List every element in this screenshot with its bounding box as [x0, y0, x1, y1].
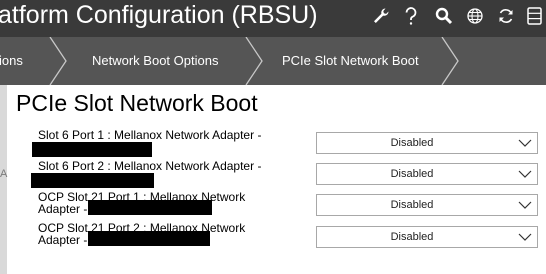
breadcrumb-item-pcie-slot-network-boot[interactable]: PCIe Slot Network Boot	[282, 37, 419, 85]
help-icon[interactable]	[400, 5, 422, 27]
option-select-slot6-port2[interactable]: Disabled	[316, 163, 538, 185]
left-nav-letter: A	[0, 168, 8, 180]
redacted-block	[88, 200, 213, 215]
option-label-line1: Slot 6 Port 1 : Mellanox Network Adapter…	[38, 128, 262, 142]
breadcrumb-item-options[interactable]: ions	[0, 37, 23, 85]
option-select-ocp-slot21-port2[interactable]: Disabled	[316, 226, 538, 248]
redacted-block	[88, 231, 211, 246]
option-label-line1: Slot 6 Port 2 : Mellanox Network Adapter…	[38, 159, 262, 173]
option-label-slot6-port1: Slot 6 Port 1 : Mellanox Network Adapter…	[32, 128, 288, 157]
storage-icon[interactable]	[524, 5, 546, 27]
option-label-line2: Adapter -	[38, 233, 88, 247]
app-title: atform Configuration (RBSU)	[0, 1, 318, 29]
option-label-line2: Adapter -	[38, 202, 88, 216]
option-label-slot6-port2: Slot 6 Port 2 : Mellanox Network Adapter…	[31, 159, 288, 188]
option-select-ocp-slot21-port1[interactable]: Disabled	[316, 194, 538, 216]
search-icon[interactable]	[433, 5, 455, 27]
option-select-slot6-port1[interactable]: Disabled	[316, 132, 538, 154]
redacted-block	[32, 142, 152, 157]
select-value: Disabled	[390, 168, 434, 180]
redacted-block	[31, 173, 154, 188]
select-value: Disabled	[390, 199, 434, 211]
select-value: Disabled	[390, 231, 434, 243]
globe-icon[interactable]	[464, 5, 486, 27]
breadcrumb-separator	[441, 37, 459, 85]
refresh-icon[interactable]	[495, 5, 517, 27]
chevron-down-icon	[518, 201, 532, 209]
option-label-ocp-slot21-port2: OCP Slot 21 Port 2 : Mellanox Network Ad…	[38, 222, 288, 247]
breadcrumb-item-network-boot-options[interactable]: Network Boot Options	[92, 37, 218, 85]
breadcrumb-separator	[49, 37, 67, 85]
select-value: Disabled	[390, 137, 434, 149]
chevron-down-icon	[518, 170, 532, 178]
breadcrumb: ions Network Boot Options PCIe Slot Netw…	[0, 37, 546, 85]
app-header: atform Configuration (RBSU)	[0, 0, 546, 37]
page-title: PCIe Slot Network Boot	[16, 90, 258, 116]
wrench-icon[interactable]	[370, 5, 392, 27]
breadcrumb-separator	[245, 37, 263, 85]
chevron-down-icon	[518, 139, 532, 147]
chevron-down-icon	[518, 233, 532, 241]
option-label-ocp-slot21-port1: OCP Slot 21 Port 1 : Mellanox Network Ad…	[38, 191, 288, 216]
